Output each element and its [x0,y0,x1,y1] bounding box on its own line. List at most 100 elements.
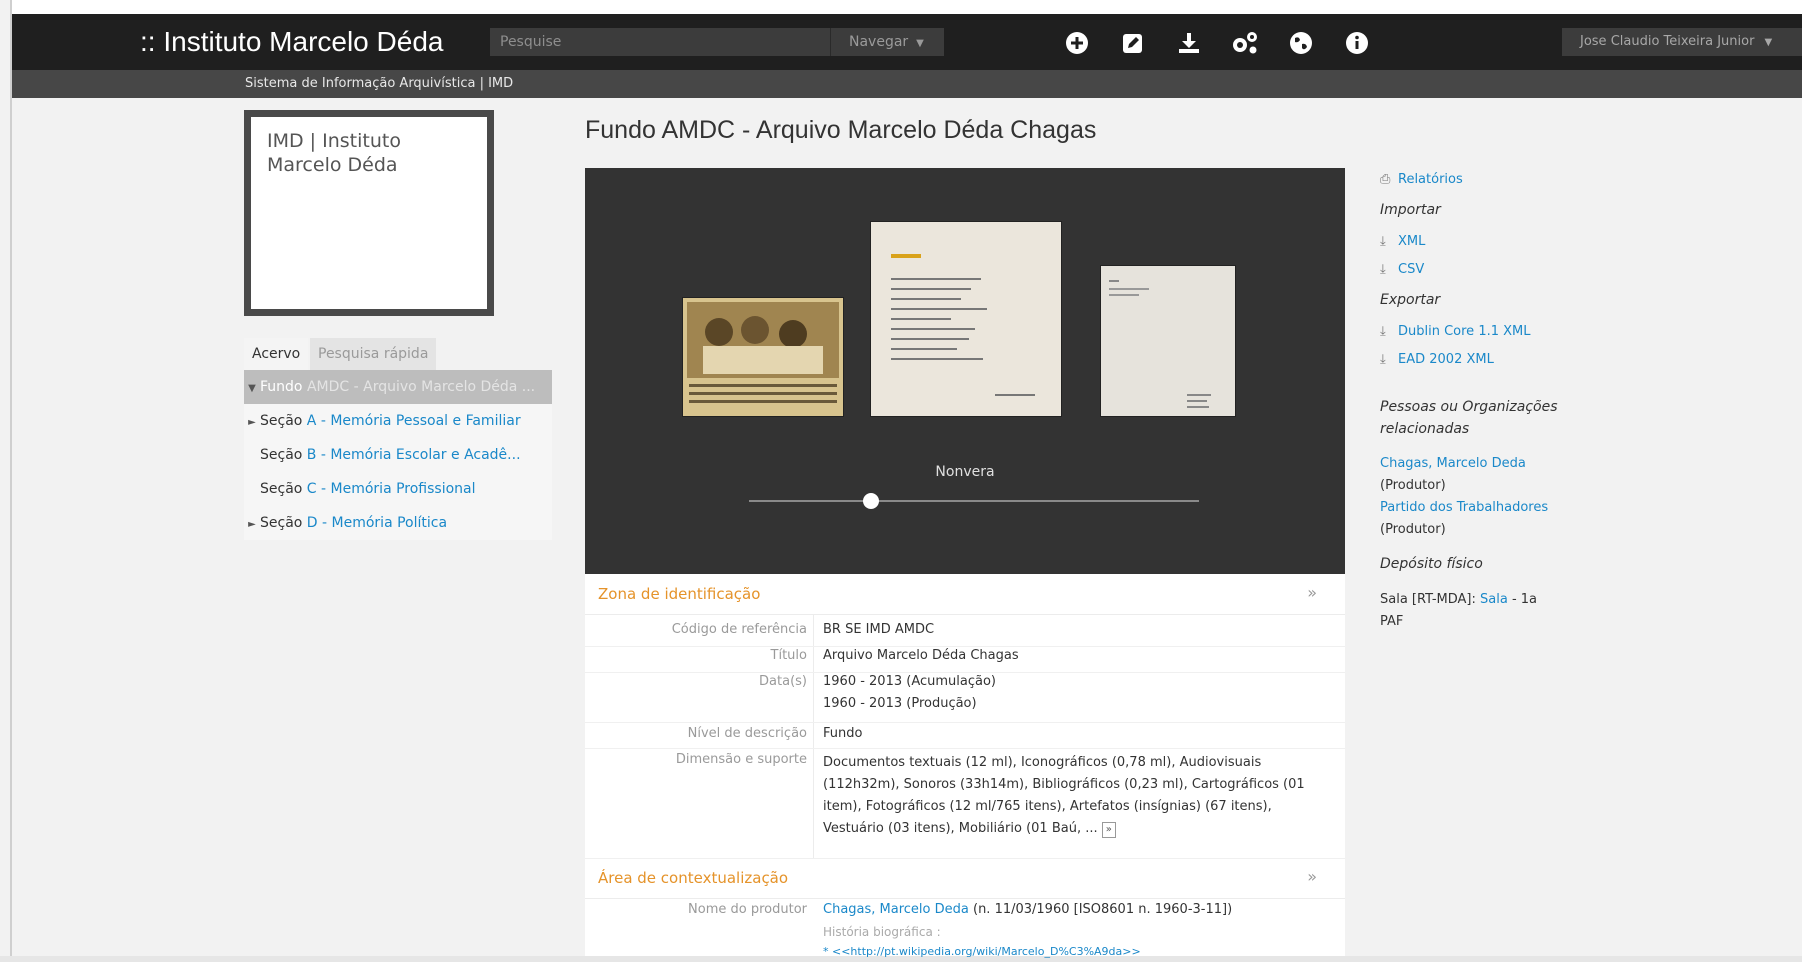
export-ead-link[interactable]: ⤓ EAD 2002 XML [1380,352,1494,367]
reports-label: Relatórios [1398,172,1463,187]
section-title[interactable]: Área de contextualização [598,869,788,887]
tree-item-level: Seção [260,515,303,531]
tree-expanded-icon[interactable]: ▼ [244,372,260,404]
section-header-context[interactable]: Área de contextualização » [585,858,1345,899]
section-header-identity[interactable]: Zona de identificação » [585,574,1345,615]
import-csv-link[interactable]: ⤓ CSV [1380,262,1424,277]
page-title: Fundo AMDC - Arquivo Marcelo Déda Chagas [585,116,1097,144]
carousel-thumbnail-active[interactable] [871,222,1061,440]
bio-history-label: História biográfica : [823,925,941,939]
field-label: Dimensão e suporte [675,752,807,767]
field-value: 1960 - 2013 (Acumulação) [823,674,996,689]
field-row: Data(s) 1960 - 2013 (Acumulação) 1960 - … [585,672,1345,723]
reports-link[interactable]: ⎙ Relatórios [1380,172,1463,187]
tree-tabs: Acervo Pesquisa rápida [244,338,552,370]
creator-link[interactable]: Chagas, Marcelo Deda [823,902,969,917]
expand-icon[interactable]: » [1307,583,1317,602]
carousel-slider-handle[interactable] [862,493,879,509]
download-icon[interactable] [1174,28,1204,58]
field-label: Código de referência [671,622,807,637]
field-label: Título [770,648,807,663]
browse-label: Navegar [849,34,909,50]
tree-item-secao-a[interactable]: ► Seção A - Memória Pessoal e Familiar [244,404,552,438]
import-xml-link[interactable]: ⤓ XML [1380,234,1425,249]
physical-storage-heading: Depósito físico [1380,556,1483,572]
window-edge [10,0,12,956]
tree-item-fundo-amdc[interactable]: ▼ Fundo AMDC - Arquivo Marcelo Déda ... [244,370,552,404]
field-value: Arquivo Marcelo Déda Chagas [823,648,1019,663]
edit-icon[interactable] [1118,28,1148,58]
related-entity-link[interactable]: Chagas, Marcelo Deda [1380,456,1526,471]
user-name: Jose Claudio Teixeira Junior [1580,34,1755,49]
search-input[interactable] [490,28,830,56]
description-panel: Zona de identificação » Código de referê… [585,574,1345,958]
carousel-thumbnail[interactable] [683,298,843,416]
carousel-slider-track[interactable] [749,500,1199,502]
physical-storage-line2: PAF [1380,614,1404,629]
field-label: Nível de descrição [687,726,807,741]
tree-item-level: Seção [260,413,303,429]
expand-icon[interactable]: » [1307,867,1317,886]
field-row: Título Arquivo Marcelo Déda Chagas [585,646,1345,673]
field-row: Nível de descrição Fundo [585,722,1345,749]
tab-acervo[interactable]: Acervo [244,338,309,370]
add-icon[interactable] [1062,28,1092,58]
field-row: Dimensão e suporte Documentos textuais (… [585,748,1345,859]
chevron-down-icon: ▼ [916,38,924,49]
related-entity-role: (Produtor) [1380,478,1446,493]
tree-item-title: A - Memória Pessoal e Familiar [306,413,521,429]
physical-storage-suffix: - 1a [1507,592,1538,607]
repository-logo[interactable]: IMD | Instituto Marcelo Déda [244,110,494,316]
tree-collapsed-icon[interactable]: ► [244,406,260,438]
export-dublin-core-link[interactable]: ⤓ Dublin Core 1.1 XML [1380,324,1531,339]
field-label: Data(s) [759,674,807,689]
tree-item-title: B - Memória Escolar e Acadê... [306,447,521,463]
carousel-caption: Nonvera [935,464,995,480]
related-entity: Partido dos Trabalhadores [1380,500,1548,515]
header-bar: :: Instituto Marcelo Déda Navegar ▼ Jose … [12,14,1802,70]
related-entity: Chagas, Marcelo Deda [1380,456,1526,471]
browse-menu[interactable]: Navegar ▼ [830,28,944,56]
export-ead-label: EAD 2002 XML [1398,352,1494,367]
creator-dates: (n. 11/03/1960 [ISO8601 n. 1960-3-11]) [968,902,1233,917]
field-label: Nome do produtor [688,902,807,917]
tree-item-secao-b[interactable]: Seção B - Memória Escolar e Acadê... [244,438,552,472]
tree-item-title: D - Memória Política [306,515,448,531]
physical-storage-prefix: Sala [RT-MDA]: [1380,592,1481,607]
tree-item-level: Fundo [260,379,303,395]
field-value-text: Documentos textuais (12 ml), Iconográfic… [823,755,1305,836]
tree-item-secao-c[interactable]: Seção C - Memória Profissional [244,472,552,506]
field-value: Fundo [823,726,863,741]
section-title[interactable]: Zona de identificação [598,585,760,603]
image-carousel: Nonvera [585,168,1345,574]
download-icon: ⤓ [1380,324,1386,339]
printer-icon: ⎙ [1380,172,1391,187]
field-value: Documentos textuais (12 ml), Iconográfic… [823,752,1333,840]
export-heading: Exportar [1380,292,1441,308]
import-xml-label: XML [1398,234,1426,249]
site-title[interactable]: :: Instituto Marcelo Déda [140,26,443,58]
tree-collapsed-icon[interactable]: ► [244,508,260,540]
globe-icon[interactable] [1286,28,1316,58]
info-icon[interactable] [1342,28,1372,58]
more-button[interactable]: » [1101,822,1116,838]
related-entity-role: (Produtor) [1380,522,1446,537]
tab-quick-search[interactable]: Pesquisa rápida [310,338,437,370]
export-dc-label: Dublin Core 1.1 XML [1398,324,1531,339]
top-band [12,0,1802,14]
tree-item-secao-d[interactable]: ► Seção D - Memória Política [244,506,552,540]
carousel-thumbnail[interactable] [1101,266,1235,416]
download-icon: ⤓ [1380,262,1386,277]
field-row: Código de referência BR SE IMD AMDC [585,620,1345,647]
chevron-down-icon: ▼ [1764,37,1773,48]
treeview: ▼ Fundo AMDC - Arquivo Marcelo Déda ... ►… [244,370,552,540]
related-entity-link[interactable]: Partido dos Trabalhadores [1380,500,1548,515]
subheader-bar: Sistema de Informação Arquivística | IMD [12,70,1802,98]
physical-storage-link[interactable]: Sala [1480,592,1508,607]
user-menu[interactable]: Jose Claudio Teixeira Junior ▼ [1562,28,1802,56]
settings-icon[interactable] [1230,28,1260,58]
physical-storage: Sala [RT-MDA]: Sala - 1a [1380,592,1537,607]
wiki-link[interactable]: * <<http://pt.wikipedia.org/wiki/Marcelo… [823,945,1141,958]
site-subtitle: Sistema de Informação Arquivística | IMD [245,76,514,91]
field-value: Chagas, Marcelo Deda (n. 11/03/1960 [ISO… [823,900,1333,920]
